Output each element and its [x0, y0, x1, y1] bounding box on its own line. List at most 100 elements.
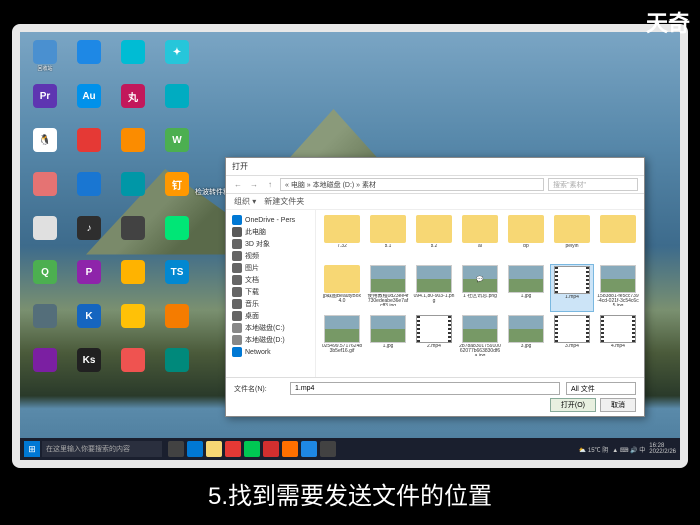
file-item[interactable]: 3.jpg — [504, 314, 548, 362]
desktop-icon[interactable] — [114, 216, 152, 254]
tray-weather[interactable]: ⛅ 15℃ 阴 — [579, 445, 608, 454]
sidebar-item[interactable]: OneDrive - Pers — [230, 214, 311, 226]
search-input[interactable]: 搜索"素材" — [548, 178, 638, 191]
sidebar-item[interactable]: 本地磁盘(D:) — [230, 334, 311, 346]
desktop-icon[interactable] — [114, 172, 152, 210]
sidebar-item[interactable]: 3D 对象 — [230, 238, 311, 250]
file-item[interactable]: 4.mp4 — [596, 314, 640, 362]
open-button[interactable]: 打开(O) — [550, 398, 596, 412]
taskbar-app[interactable] — [282, 441, 298, 457]
desktop-icon[interactable] — [158, 304, 196, 342]
sidebar-item[interactable]: 此电脑 — [230, 226, 311, 238]
file-item[interactable]: peiyin — [550, 214, 594, 262]
desktop-icon[interactable] — [114, 348, 152, 386]
desktop-icon[interactable] — [70, 172, 108, 210]
taskbar: ⊞ 在这里输入你要搜索的内容 ⛅ 15℃ 阴 ▲ ⌨ 🔊 中 16:282022… — [20, 438, 680, 460]
taskbar-app[interactable] — [187, 441, 203, 457]
file-item[interactable] — [596, 214, 640, 262]
cancel-button[interactable]: 取消 — [600, 398, 636, 412]
system-tray[interactable]: ⛅ 15℃ 阴 ▲ ⌨ 🔊 中 16:282022/2/26 — [579, 443, 676, 455]
file-item[interactable]: jp截图BeautyBox4.0 — [320, 264, 364, 312]
file-item[interactable]: 094.1,80-903-1.png — [412, 264, 456, 312]
taskbar-app[interactable] — [168, 441, 184, 457]
desktop-icon[interactable] — [26, 304, 64, 342]
sidebar-item[interactable]: 本地磁盘(C:) — [230, 322, 311, 334]
sidebar-item[interactable]: 视频 — [230, 250, 311, 262]
desktop-icon[interactable]: Au — [70, 84, 108, 122]
dialog-nav: ← → ↑ « 电脑 » 本地磁盘 (D:) » 素材 搜索"素材" — [226, 176, 644, 194]
desktop-icon[interactable]: P — [70, 260, 108, 298]
desktop-icon[interactable] — [158, 84, 196, 122]
sidebar-item[interactable]: 下载 — [230, 286, 311, 298]
desktop-icon[interactable] — [158, 348, 196, 386]
desktop-icon[interactable] — [26, 172, 64, 210]
desktop-icon[interactable]: Ks — [70, 348, 108, 386]
dialog-bottom: 文件名(N): 1.mp4 All 文件 打开(O) 取消 — [226, 377, 644, 416]
file-item[interactable]: 1.jpg — [504, 264, 548, 312]
file-item[interactable]: 1583881-fe5cc739-4cd-021f-3c54c6c5.jpg — [596, 264, 640, 312]
taskbar-app[interactable] — [225, 441, 241, 457]
organize-menu[interactable]: 组织 ▾ — [234, 196, 256, 207]
desktop-icon[interactable] — [114, 128, 152, 166]
back-icon[interactable]: ← — [232, 179, 244, 191]
file-item[interactable]: 2.mp4 — [412, 314, 456, 362]
desktop-icon[interactable]: W — [158, 128, 196, 166]
desktop-icon[interactable] — [26, 348, 64, 386]
address-bar[interactable]: « 电脑 » 本地磁盘 (D:) » 素材 — [280, 178, 544, 191]
file-item[interactable]: 025499.5717624b3b5ef16.gif — [320, 314, 364, 362]
desktop-icon[interactable]: 🐧 — [26, 128, 64, 166]
file-open-dialog: 打开 ← → ↑ « 电脑 » 本地磁盘 (D:) » 素材 搜索"素材" 组织… — [225, 157, 645, 417]
desktop-icon[interactable]: 钉 — [158, 172, 196, 210]
new-folder-button[interactable]: 新建文件夹 — [264, 196, 304, 207]
dialog-title: 打开 — [226, 158, 644, 176]
file-item[interactable]: 8.1 — [366, 214, 410, 262]
sidebar-item[interactable]: 音乐 — [230, 298, 311, 310]
file-item[interactable]: 3.mp4 — [550, 314, 594, 362]
desktop-icon[interactable]: Q — [26, 260, 64, 298]
taskbar-app[interactable] — [320, 441, 336, 457]
filter-select[interactable]: All 文件 — [566, 382, 636, 395]
tray-time[interactable]: 16:282022/2/26 — [649, 443, 676, 455]
desktop-icon[interactable]: TS — [158, 260, 196, 298]
file-grid: 7.328.18.2aibppeiyin jp截图BeautyBox4.0使用教程… — [316, 210, 644, 377]
desktop-icon[interactable]: K — [70, 304, 108, 342]
up-icon[interactable]: ↑ — [264, 179, 276, 191]
file-item[interactable]: ai — [458, 214, 502, 262]
sidebar-item[interactable]: 图片 — [230, 262, 311, 274]
filename-input[interactable]: 1.mp4 — [290, 382, 560, 395]
desktop-icon[interactable]: ♪ — [70, 216, 108, 254]
file-item[interactable]: 使用教程0d23ee4f730edeabe36e7afcff3.jpg — [366, 264, 410, 312]
desktop-icon[interactable] — [70, 128, 108, 166]
file-item[interactable]: 1.mp4 — [550, 264, 594, 312]
file-item[interactable]: 2b78a830175910062077b663830df6a.jpg — [458, 314, 502, 362]
file-item[interactable]: 8.2 — [412, 214, 456, 262]
desktop-icon[interactable]: 丸 — [114, 84, 152, 122]
file-item[interactable]: 7.32 — [320, 214, 364, 262]
desktop-icon[interactable] — [114, 40, 152, 78]
taskbar-app[interactable] — [263, 441, 279, 457]
desktop-icon[interactable]: ✦ — [158, 40, 196, 78]
file-item[interactable]: 1.jpg — [366, 314, 410, 362]
desktop-icon[interactable]: Pr — [26, 84, 64, 122]
desktop-icon[interactable] — [26, 216, 64, 254]
sidebar-item[interactable]: 桌面 — [230, 310, 311, 322]
desktop-icon[interactable]: 回收站 — [26, 40, 64, 78]
start-button[interactable]: ⊞ — [24, 441, 40, 457]
taskbar-app[interactable] — [301, 441, 317, 457]
desktop-icon[interactable] — [114, 260, 152, 298]
tray-icons[interactable]: ▲ ⌨ 🔊 中 — [612, 445, 645, 454]
filename-label: 文件名(N): — [234, 384, 284, 394]
file-item[interactable]: 💬1 社区讯息.png — [458, 264, 502, 312]
sidebar-item[interactable]: 文档 — [230, 274, 311, 286]
desktop-icon[interactable] — [70, 40, 108, 78]
taskbar-app[interactable] — [206, 441, 222, 457]
monitor-frame: 回收站✦PrAu丸🐧W钉♪QPTSKKs 检波转件精简 416.png 打开 ←… — [12, 24, 688, 468]
desktop-icon[interactable] — [158, 216, 196, 254]
sidebar-item[interactable]: Network — [230, 346, 311, 358]
file-item[interactable]: bp — [504, 214, 548, 262]
taskbar-search[interactable]: 在这里输入你要搜索的内容 — [42, 441, 162, 457]
forward-icon[interactable]: → — [248, 179, 260, 191]
video-caption: 5.找到需要发送文件的位置 — [0, 476, 700, 511]
taskbar-app[interactable] — [244, 441, 260, 457]
desktop-icon[interactable] — [114, 304, 152, 342]
